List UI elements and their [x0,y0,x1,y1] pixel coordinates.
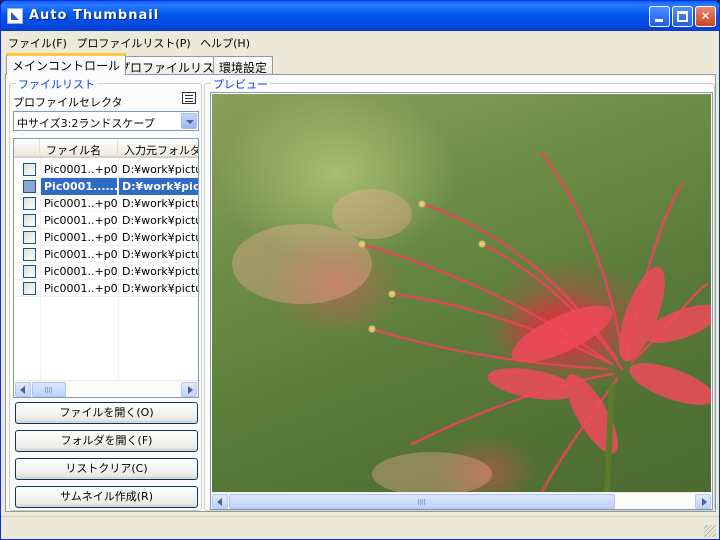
open-file-button[interactable]: ファイルを開く(O) [15,402,198,424]
row-checkbox[interactable] [23,180,36,193]
preview-group: プレビュー [204,76,715,511]
title-bar[interactable]: Auto Thumbnail ✕ [1,1,719,31]
scroll-thumb[interactable] [229,494,615,509]
file-row[interactable]: Pic0001..+p0... D:¥work¥picture [14,161,198,178]
row-checkbox[interactable] [23,231,36,244]
file-list-header: ファイル名 入力元フォルダ [14,139,198,158]
file-row[interactable]: Pic0001..+p0... D:¥work¥picture [14,280,198,297]
maximize-button[interactable] [672,6,693,27]
profile-selector-value: 中サイズ3:2ランドスケープ [17,117,155,130]
row-folder: D:¥work¥picture [118,280,198,297]
clear-list-button[interactable]: リストクリア(C) [15,458,198,480]
file-list-hscrollbar[interactable] [14,380,198,397]
file-list-legend: ファイルリスト [16,76,97,92]
row-folder: D:¥work¥pict [118,178,198,195]
column-header-filename[interactable]: ファイル名 [40,139,118,158]
profile-list-icon[interactable] [182,92,196,104]
column-header-check[interactable] [14,139,40,158]
main-control-panel: ファイルリスト プロファイルセレクタ 中サイズ3:2ランドスケープ ファイル名 … [5,74,716,512]
flower-illustration [232,152,711,492]
create-thumbnail-button[interactable]: サムネイル作成(R) [15,486,198,508]
app-icon [7,8,23,24]
preview-legend: プレビュー [211,76,270,92]
close-icon: ✕ [700,9,711,23]
row-folder: D:¥work¥picture [118,246,198,263]
file-row[interactable]: Pic0001..+p0... D:¥work¥picture [14,195,198,212]
row-checkbox[interactable] [23,282,36,295]
tab-strip: メインコントロール プロファイルリスト 環境設定 [6,53,716,75]
close-button[interactable]: ✕ [695,6,716,27]
row-filename: Pic0001..+p0... [40,161,117,178]
row-checkbox[interactable] [23,214,36,227]
row-checkbox[interactable] [23,197,36,210]
row-filename: Pic0001..+p0... [40,212,117,229]
file-list-group: ファイルリスト プロファイルセレクタ 中サイズ3:2ランドスケープ ファイル名 … [9,76,202,511]
menu-file[interactable]: ファイル(F) [5,31,70,53]
menu-help[interactable]: ヘルプ(H) [197,31,253,53]
row-filename: Pic0001..+p0... [40,195,117,212]
row-checkbox[interactable] [23,163,36,176]
open-folder-button[interactable]: フォルダを開く(F) [15,430,198,452]
tab-settings[interactable]: 環境設定 [213,56,274,75]
menu-profile-list[interactable]: プロファイルリスト(P) [73,31,193,53]
scroll-thumb[interactable] [32,382,66,397]
file-row[interactable]: Pic0001..+p0... D:¥work¥picture [14,246,198,263]
row-checkbox[interactable] [23,248,36,261]
preview-image [212,94,711,492]
scroll-left-icon[interactable] [15,382,31,397]
menu-bar: ファイル(F) プロファイルリスト(P) ヘルプ(H) [1,31,719,53]
file-row-selected[interactable]: Pic0001...... D:¥work¥pict [14,178,198,195]
profile-selector-combo[interactable]: 中サイズ3:2ランドスケープ [13,111,199,131]
column-header-input-folder[interactable]: 入力元フォルダ [118,139,198,158]
chevron-down-icon[interactable] [181,113,197,129]
preview-hscrollbar[interactable] [211,492,712,509]
row-filename: Pic0001...... [40,178,117,195]
row-folder: D:¥work¥picture [118,195,198,212]
maximize-icon [677,11,688,22]
app-window: Auto Thumbnail ✕ ファイル(F) プロファイルリスト(P) ヘル… [0,0,720,540]
file-row[interactable]: Pic0001..+p0... D:¥work¥picture [14,263,198,280]
status-bar [1,516,719,539]
resize-grip-icon[interactable] [704,525,716,537]
minimize-button[interactable] [649,6,670,27]
row-checkbox[interactable] [23,265,36,278]
scroll-right-icon[interactable] [695,494,711,509]
file-row[interactable]: Pic0001..+p0... D:¥work¥picture [14,212,198,229]
row-folder: D:¥work¥picture [118,229,198,246]
minimize-icon [655,19,663,22]
row-folder: D:¥work¥picture [118,161,198,178]
scroll-left-icon[interactable] [212,494,228,509]
file-row[interactable]: Pic0001..+p0... D:¥work¥picture [14,229,198,246]
preview-area[interactable] [210,92,713,510]
row-filename: Pic0001..+p0... [40,246,117,263]
row-folder: D:¥work¥picture [118,263,198,280]
row-filename: Pic0001..+p0... [40,263,117,280]
file-list-view[interactable]: ファイル名 入力元フォルダ Pic0001..+p0... D:¥work¥pi… [13,138,199,398]
row-folder: D:¥work¥picture [118,212,198,229]
window-title: Auto Thumbnail [29,8,160,23]
profile-selector-label: プロファイルセレクタ [13,96,123,109]
scroll-right-icon[interactable] [181,382,197,397]
row-filename: Pic0001..+p0... [40,280,117,297]
row-filename: Pic0001..+p0... [40,229,117,246]
tab-main-control[interactable]: メインコントロール [6,53,127,75]
